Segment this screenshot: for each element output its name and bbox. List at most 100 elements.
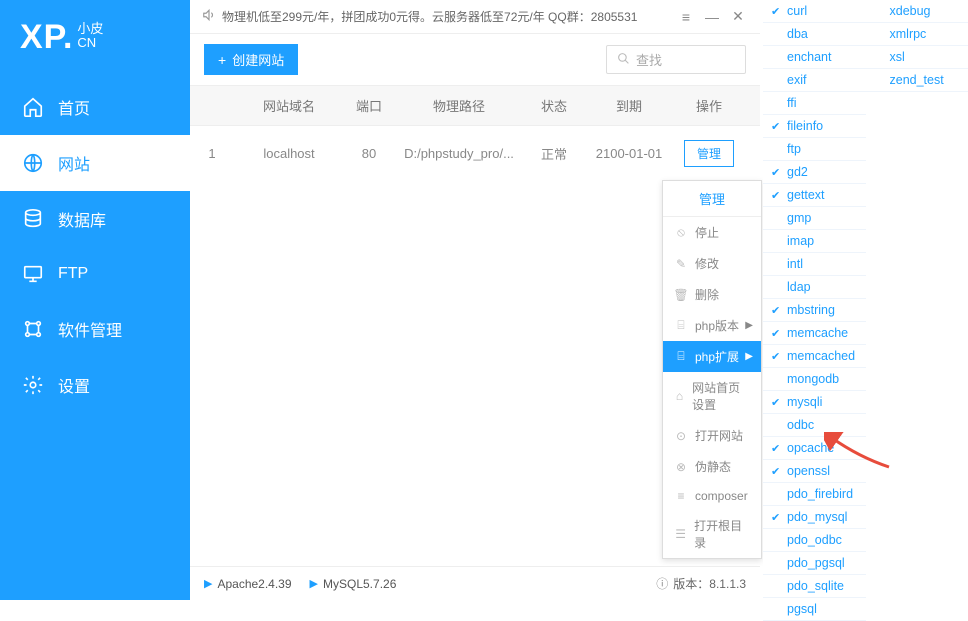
menu-icon: ⌸: [673, 318, 689, 333]
ext-opcache[interactable]: ✔opcache: [763, 437, 866, 460]
nav-ftp[interactable]: FTP: [0, 247, 190, 301]
check-icon: ✔: [771, 442, 785, 455]
globe-icon: [22, 152, 44, 174]
plus-icon: +: [218, 52, 226, 68]
ext-pdo_pgsql[interactable]: ✔pdo_pgsql: [763, 552, 866, 575]
menu-icon: ✎: [673, 257, 689, 271]
create-site-button[interactable]: + 创建网站: [204, 44, 298, 75]
ext-mysqli[interactable]: ✔mysqli: [763, 391, 866, 414]
check-icon: ✔: [771, 511, 785, 524]
manage-button[interactable]: 管理: [684, 140, 734, 167]
submenu-item[interactable]: ⌂网站首页设置: [663, 372, 761, 420]
version-info: ⓘ 版本： 8.1.1.3: [656, 575, 746, 592]
submenu-item[interactable]: ⌸php版本▶: [663, 310, 761, 341]
logo-text: XP.: [20, 18, 73, 56]
submenu-item[interactable]: ⌸php扩展▶: [663, 341, 761, 372]
ext-xsl[interactable]: ✔xsl: [866, 46, 968, 69]
ext-intl[interactable]: ✔intl: [763, 253, 866, 276]
ftp-icon: [22, 263, 44, 285]
nav-home[interactable]: 首页: [0, 79, 190, 135]
ext-gettext[interactable]: ✔gettext: [763, 184, 866, 207]
chevron-right-icon: ▶: [745, 351, 753, 362]
submenu-item[interactable]: 🗑删除: [663, 279, 761, 310]
check-icon: ✔: [771, 5, 785, 18]
close-button[interactable]: ✕: [728, 8, 748, 25]
check-icon: ✔: [771, 396, 785, 409]
submenu-title: 管理: [663, 181, 761, 217]
check-icon: ✔: [771, 120, 785, 133]
service-indicator[interactable]: ▶MySQL5.7.26: [310, 577, 397, 591]
play-icon: ▶: [310, 577, 318, 590]
nav-label: 数据库: [58, 207, 106, 231]
ext-enchant[interactable]: ✔enchant: [763, 46, 866, 69]
ext-memcache[interactable]: ✔memcache: [763, 322, 866, 345]
ext-curl[interactable]: ✔curl: [763, 0, 866, 23]
submenu-item[interactable]: ⦸停止: [663, 217, 761, 248]
ext-ldap[interactable]: ✔ldap: [763, 276, 866, 299]
check-icon: ✔: [771, 166, 785, 179]
ext-memcached[interactable]: ✔memcached: [763, 345, 866, 368]
home-icon: [22, 96, 44, 118]
search-input[interactable]: 查找: [606, 45, 746, 74]
service-indicator[interactable]: ▶Apache2.4.39: [204, 577, 292, 591]
nav-db[interactable]: 数据库: [0, 191, 190, 247]
logo: XP.小皮CN: [0, 0, 190, 79]
ext-pdo_odbc[interactable]: ✔pdo_odbc: [763, 529, 866, 552]
cell-status: 正常: [524, 144, 584, 163]
menu-icon: ≡: [673, 489, 689, 503]
ext-ffi[interactable]: ✔ffi: [763, 92, 866, 115]
ext-xdebug[interactable]: ✔xdebug: [866, 0, 968, 23]
submenu-item[interactable]: ⊗伪静态: [663, 451, 761, 482]
menu-icon: 🗑: [673, 288, 689, 302]
ext-pdo_mysql[interactable]: ✔pdo_mysql: [763, 506, 866, 529]
menu-icon: ⊗: [673, 460, 689, 474]
submenu-item[interactable]: ☰打开根目录: [663, 510, 761, 558]
menu-icon: ⌂: [673, 389, 686, 403]
nav-gear[interactable]: 设置: [0, 357, 190, 413]
ext-openssl[interactable]: ✔openssl: [763, 460, 866, 483]
apps-icon: [22, 318, 44, 340]
toolbar: + 创建网站 查找: [190, 34, 760, 85]
submenu-item[interactable]: ✎修改: [663, 248, 761, 279]
ext-gmp[interactable]: ✔gmp: [763, 207, 866, 230]
php-extensions-panel: ✔curl✔dba✔enchant✔exif✔ffi✔fileinfo✔ftp✔…: [763, 0, 968, 609]
menu-button[interactable]: ≡: [676, 9, 696, 25]
ext-mongodb[interactable]: ✔mongodb: [763, 368, 866, 391]
nav-globe[interactable]: 网站: [0, 135, 190, 191]
ext-pgsql[interactable]: ✔pgsql: [763, 598, 866, 621]
play-icon: ▶: [204, 577, 212, 590]
submenu-item[interactable]: ⊙打开网站: [663, 420, 761, 451]
ext-exif[interactable]: ✔exif: [763, 69, 866, 92]
menu-icon: ⦸: [673, 225, 689, 240]
nav-apps[interactable]: 软件管理: [0, 301, 190, 357]
ext-odbc[interactable]: ✔odbc: [763, 414, 866, 437]
gear-icon: [22, 374, 44, 396]
statusbar: ▶Apache2.4.39 ▶MySQL5.7.26 ⓘ 版本： 8.1.1.3: [190, 566, 760, 600]
ext-fileinfo[interactable]: ✔fileinfo: [763, 115, 866, 138]
ext-mbstring[interactable]: ✔mbstring: [763, 299, 866, 322]
chevron-right-icon: ▶: [745, 320, 753, 331]
ext-xmlrpc[interactable]: ✔xmlrpc: [866, 23, 968, 46]
nav-label: 首页: [58, 95, 90, 119]
search-icon: [617, 52, 630, 68]
ext-ftp[interactable]: ✔ftp: [763, 138, 866, 161]
cell-expire: 2100-01-01: [584, 146, 674, 161]
speaker-icon: [202, 8, 216, 25]
menu-icon: ☰: [673, 527, 688, 541]
submenu-item[interactable]: ≡composer: [663, 482, 761, 510]
nav-label: 设置: [58, 373, 90, 397]
info-icon: ⓘ: [656, 575, 668, 592]
ext-pdo_firebird[interactable]: ✔pdo_firebird: [763, 483, 866, 506]
ext-pdo_sqlite[interactable]: ✔pdo_sqlite: [763, 575, 866, 598]
nav-label: 网站: [58, 151, 90, 175]
ext-imap[interactable]: ✔imap: [763, 230, 866, 253]
table-row[interactable]: 1localhost80D:/phpstudy_pro/...正常2100-01…: [190, 126, 760, 181]
minimize-button[interactable]: —: [702, 9, 722, 25]
check-icon: ✔: [771, 304, 785, 317]
ext-dba[interactable]: ✔dba: [763, 23, 866, 46]
table-header: 网站域名 端口 物理路径 状态 到期 操作: [190, 85, 760, 126]
ext-zend_test[interactable]: ✔zend_test: [866, 69, 968, 92]
ext-gd2[interactable]: ✔gd2: [763, 161, 866, 184]
announcement: 物理机低至299元/年，拼团成功0元得。云服务器低至72元/年 QQ群：2805…: [222, 8, 637, 25]
titlebar: 物理机低至299元/年，拼团成功0元得。云服务器低至72元/年 QQ群：2805…: [190, 0, 760, 34]
